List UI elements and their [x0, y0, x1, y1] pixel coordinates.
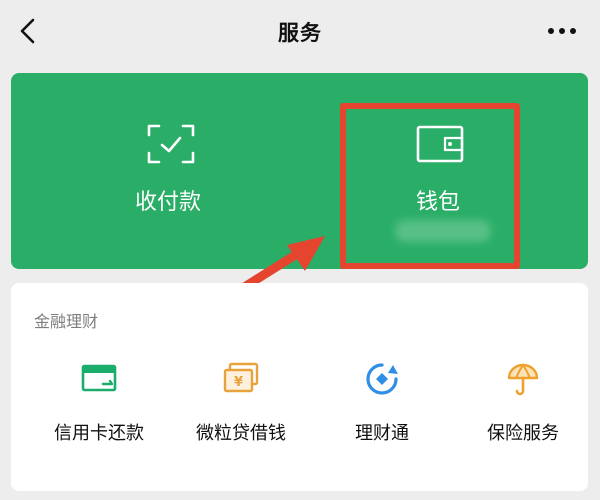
- insurance-umbrella-icon: [507, 363, 539, 396]
- credit-card-icon: [81, 364, 117, 392]
- insurance-label: 保险服务: [487, 423, 559, 444]
- page-title: 服务: [278, 21, 322, 45]
- wallet-card: 收付款 钱包: [11, 73, 588, 269]
- wealth-icon: [366, 363, 398, 395]
- credit-card-repayment-label: 信用卡还款: [54, 423, 144, 444]
- wallet-label: 钱包: [416, 190, 461, 215]
- wallet-icon: [416, 125, 464, 163]
- pay-receive-label: 收付款: [135, 190, 202, 215]
- loan-money-icon: ¥: [223, 362, 259, 393]
- finance-panel: 金融理财 信用卡还款 ¥ 微粒贷借钱 理财通 保险服务: [11, 283, 588, 491]
- insurance-item[interactable]: 保险服务: [453, 361, 593, 461]
- credit-card-repayment-item[interactable]: 信用卡还款: [29, 361, 169, 461]
- loan-label: 微粒贷借钱: [196, 423, 286, 444]
- wealth-label: 理财通: [355, 423, 409, 444]
- more-button[interactable]: [540, 16, 584, 46]
- loan-item[interactable]: ¥ 微粒贷借钱: [171, 361, 311, 461]
- scan-check-icon: [147, 124, 195, 164]
- section-title: 金融理财: [34, 312, 99, 331]
- svg-text:¥: ¥: [234, 375, 243, 390]
- wallet-button[interactable]: 钱包: [331, 73, 588, 269]
- wealth-item[interactable]: 理财通: [312, 361, 452, 461]
- more-dots-icon: [548, 28, 576, 34]
- pay-receive-button[interactable]: 收付款: [11, 73, 331, 269]
- blurred-balance: [395, 220, 491, 242]
- navigation-bar: 服务: [0, 0, 600, 62]
